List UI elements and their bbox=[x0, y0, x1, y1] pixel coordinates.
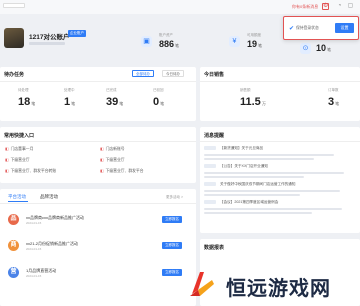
news-item[interactable]: 【公告】关于XX门店开业通知 bbox=[220, 164, 268, 169]
login-popover: ✔ 保持登录状态 设置 bbox=[283, 16, 359, 40]
news-preview bbox=[204, 212, 312, 214]
join-activity-button[interactable]: 立即报名 bbox=[162, 269, 182, 276]
report-title: 数据报表 bbox=[204, 245, 225, 251]
tab-brand-activity[interactable]: 品牌活动 bbox=[40, 194, 58, 200]
activity-icon: 商 bbox=[8, 240, 19, 251]
news-preview bbox=[204, 158, 314, 160]
watermark-logo-icon bbox=[190, 272, 214, 296]
stat-value: 10笔 bbox=[316, 43, 332, 53]
today-title: 今日销售 bbox=[204, 72, 225, 78]
activity-date: 2024-01-15 bbox=[26, 247, 42, 251]
shortcut-item[interactable]: ◧ 门店董事一月 bbox=[5, 145, 33, 154]
popover-confirm-button[interactable]: 设置 bbox=[335, 23, 354, 33]
divider bbox=[200, 141, 360, 142]
news-tag bbox=[204, 164, 216, 168]
card-icon: ¥ bbox=[229, 36, 240, 47]
activity-date: 2024-01-15 bbox=[26, 221, 42, 225]
stat-value: 19笔 bbox=[247, 39, 263, 49]
filter-today-todo[interactable]: 今日待办 bbox=[162, 70, 184, 77]
shortcut-icon: ◧ bbox=[100, 158, 104, 162]
news-preview bbox=[204, 208, 342, 210]
shortcut-icon: ◧ bbox=[100, 147, 104, 151]
divider bbox=[0, 81, 196, 82]
news-card: 消息提醒 【新货通知】关于元旦商品 【公告】关于XX门店开业通知 关于做好中秋国… bbox=[200, 127, 360, 233]
news-preview bbox=[204, 194, 300, 196]
minimize-icon[interactable]: ▢ bbox=[347, 3, 354, 10]
news-tag bbox=[204, 182, 216, 186]
join-activity-button[interactable]: 立即报名 bbox=[162, 216, 182, 223]
settings-icon[interactable]: ⚙ bbox=[322, 3, 329, 10]
activity-date: 2024-01-15 bbox=[26, 274, 42, 278]
metric-value: 0笔 bbox=[153, 96, 165, 108]
account-type-badge: 企业账户 bbox=[68, 30, 86, 37]
divider bbox=[0, 141, 196, 142]
activity-icon: 营 bbox=[8, 267, 19, 278]
today-sales-card: 今日销售 销售额 11.5万 订单数 3笔 bbox=[200, 67, 360, 121]
news-title: 消息提醒 bbox=[204, 133, 225, 139]
todo-card: 待办任务 全部待办 今日待办 待处理 18笔 处理中 1笔 已完成 39笔 已驳… bbox=[0, 67, 196, 121]
shortcut-item[interactable]: ◧ 下级营业厅、群发平台 bbox=[100, 167, 144, 176]
divider bbox=[0, 203, 196, 204]
metric-label: 销售额 bbox=[240, 88, 251, 92]
metric-label: 已驳回 bbox=[153, 88, 164, 92]
activity-icon: 品 bbox=[8, 214, 19, 225]
shortcut-icon: ◧ bbox=[5, 169, 9, 173]
news-item[interactable]: 【新货通知】关于元旦商品 bbox=[220, 146, 263, 151]
activities-card: 平台活动 品牌活动 更多活动 > 品 xx品牌商cxx品牌商新品推广活动 202… bbox=[0, 189, 196, 306]
shortcut-item[interactable]: ◧ 下级营业厅 bbox=[100, 156, 125, 165]
metric-value: 39笔 bbox=[106, 96, 124, 108]
check-icon[interactable]: ✔ bbox=[289, 25, 294, 32]
more-activities-link[interactable]: 更多活动 > bbox=[166, 195, 183, 200]
divider bbox=[200, 81, 360, 82]
metric-value: 18笔 bbox=[18, 96, 36, 108]
metric-value: 1笔 bbox=[64, 96, 76, 108]
active-tab-indicator bbox=[8, 201, 28, 202]
news-preview bbox=[204, 176, 304, 178]
news-preview bbox=[204, 190, 340, 192]
shortcuts-title: 常用快捷入口 bbox=[4, 133, 35, 139]
todo-icon: ⊙ bbox=[300, 43, 311, 54]
watermark-text: 恒远游戏网 bbox=[226, 276, 331, 300]
news-tag bbox=[204, 146, 216, 150]
tab-platform-activity[interactable]: 平台活动 bbox=[8, 194, 26, 200]
shortcut-icon: ◧ bbox=[5, 158, 9, 162]
shortcut-icon: ◧ bbox=[100, 169, 104, 173]
user-icon[interactable]: ◔ bbox=[336, 3, 343, 10]
metric-label: 订单数 bbox=[328, 88, 339, 92]
join-activity-button[interactable]: 立即报名 bbox=[162, 242, 182, 249]
news-tag bbox=[204, 200, 216, 204]
avatar[interactable] bbox=[4, 28, 24, 48]
account-name: 1217对公账户 bbox=[29, 34, 70, 41]
popover-label: 保持登录状态 bbox=[296, 26, 319, 30]
metric-value: 3笔 bbox=[328, 96, 340, 108]
news-preview bbox=[204, 172, 344, 174]
news-preview bbox=[204, 154, 334, 156]
account-subtitle-placeholder bbox=[29, 42, 65, 45]
metric-label: 处理中 bbox=[64, 88, 75, 92]
watermark: 恒远游戏网 bbox=[182, 262, 360, 306]
shortcut-icon: ◧ bbox=[5, 147, 9, 151]
news-item[interactable]: 【会议】2021第四季度区域运营例会 bbox=[220, 200, 278, 205]
metric-value: 11.5万 bbox=[240, 96, 266, 108]
shortcut-item[interactable]: ◧ 门店新账号 bbox=[100, 145, 125, 154]
metric-label: 已完成 bbox=[106, 88, 117, 92]
shortcuts-card: 常用快捷入口 ◧ 门店董事一月 ◧ 门店新账号 ◧ 下级营业厅 ◧ 下级营业厅 ◧ 下级营… bbox=[0, 127, 196, 183]
brand-logo[interactable] bbox=[3, 3, 25, 8]
stat-label: 账户资产 bbox=[159, 33, 173, 37]
wallet-icon: ▣ bbox=[141, 36, 152, 47]
stat-label: 可用额度 bbox=[247, 33, 261, 37]
top-bar: 你有0条新消息 ⚙ ◔ ▢ bbox=[0, 0, 360, 14]
shortcut-item[interactable]: ◧ 下级营业厅 bbox=[5, 156, 30, 165]
message-link[interactable]: 你有0条新消息 bbox=[292, 4, 318, 10]
todo-title: 待办任务 bbox=[4, 72, 25, 78]
filter-all-todo[interactable]: 全部待办 bbox=[132, 70, 154, 77]
shortcut-item[interactable]: ◧ 下级营业厅、群发平台转账 bbox=[5, 167, 56, 176]
news-item[interactable]: 关于做好中秋国庆双节期间门店运营工作的通知 bbox=[220, 182, 295, 187]
metric-label: 待处理 bbox=[18, 88, 29, 92]
stat-value: 886笔 bbox=[159, 39, 180, 49]
